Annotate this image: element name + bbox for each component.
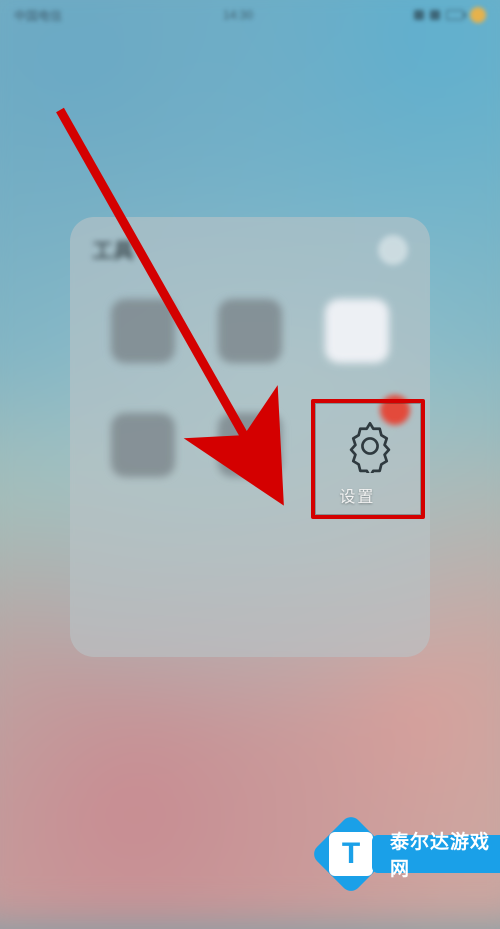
app-item[interactable] <box>92 413 193 517</box>
app-item[interactable] <box>307 299 408 403</box>
settings-app[interactable]: 设置 <box>307 413 408 517</box>
time-label: 14:30 <box>223 8 253 22</box>
gear-icon <box>343 419 397 473</box>
watermark-text: 泰尔达游戏网 <box>372 835 500 873</box>
battery-icon <box>446 10 464 20</box>
signal-icon <box>414 10 424 20</box>
app-icon <box>325 299 389 363</box>
folder-title: 工具 <box>92 235 134 265</box>
battery-widget-icon <box>470 7 486 23</box>
app-icon <box>111 413 175 477</box>
app-item[interactable] <box>199 299 300 403</box>
carrier-label: 中国电信 <box>14 7 62 24</box>
app-label <box>248 371 252 386</box>
app-item[interactable] <box>199 413 300 517</box>
app-icon <box>218 299 282 363</box>
status-bar: 中国电信 14:30 <box>0 0 500 30</box>
app-icon <box>218 413 282 477</box>
app-label <box>141 485 145 500</box>
folder-more-icon[interactable] <box>378 235 408 265</box>
watermark-letter: T <box>329 832 373 876</box>
wifi-icon <box>430 10 440 20</box>
status-right <box>414 7 486 23</box>
app-label <box>248 485 252 500</box>
app-label <box>141 371 145 386</box>
app-icon <box>111 299 175 363</box>
settings-label: 设置 <box>307 483 408 507</box>
watermark: T 泰尔达游戏网 <box>300 811 500 889</box>
app-item[interactable] <box>92 299 193 403</box>
folder-grid: 设置 <box>92 299 408 635</box>
folder-panel: 工具 <box>70 217 430 657</box>
app-label <box>356 371 360 386</box>
